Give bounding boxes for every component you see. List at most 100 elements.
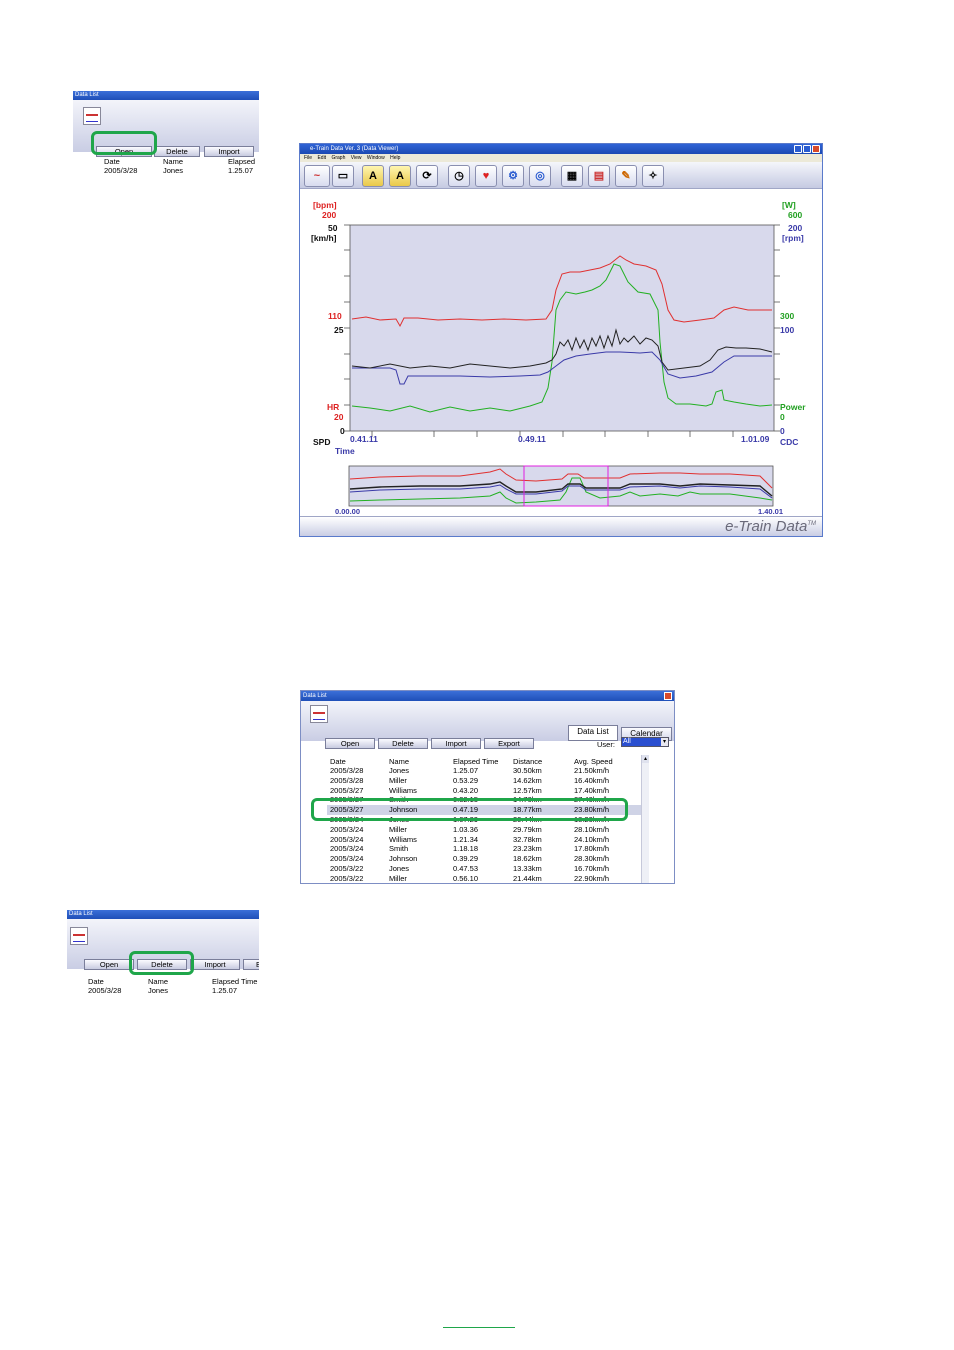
stopwatch-icon[interactable]: ◷ xyxy=(448,165,470,187)
main-plot-area[interactable] xyxy=(349,224,775,432)
row-name: Jones xyxy=(389,864,410,873)
print-icon[interactable]: ▭ xyxy=(332,165,354,187)
export-button[interactable]: Export xyxy=(484,738,534,749)
row-elapsed: 0.53.29 xyxy=(453,775,479,785)
open-button[interactable]: Open xyxy=(84,959,134,970)
header-avg-speed: Avg. Speed xyxy=(574,757,613,766)
row-name[interactable]: Jones xyxy=(148,986,168,995)
viewer-title: e-Train Data Ver. 3 (Data Viewer) xyxy=(310,146,399,152)
note-icon[interactable]: ✎ xyxy=(615,165,637,187)
menu-edit[interactable]: Edit xyxy=(317,155,326,161)
table-row[interactable]: 2005/3/28 Jones 1.25.07 30.50km 21.50km/h xyxy=(327,766,641,776)
spd-min: 0 xyxy=(340,426,345,436)
row-date: 2005/3/28 xyxy=(330,766,364,775)
bpm-unit: [bpm] xyxy=(313,200,337,210)
data-viewer-icon[interactable] xyxy=(70,927,88,945)
row-name: Williams xyxy=(389,785,417,795)
bike-icon[interactable]: ⚙ xyxy=(502,165,524,187)
table-row[interactable]: 2005/3/24 Johnson 0.39.29 18.62km 28.30km/h xyxy=(327,854,641,864)
rpm-unit: [rpm] xyxy=(782,233,804,243)
row-date: 2005/3/24 xyxy=(330,844,364,854)
export-button[interactable]: E xyxy=(243,959,259,970)
list-scrollbar[interactable]: ▴ xyxy=(641,755,649,883)
row-elapsed[interactable]: 1.25.07 xyxy=(228,166,253,175)
menu-help[interactable]: Help xyxy=(390,155,400,161)
spd-max: 50 xyxy=(328,223,338,233)
delete-button[interactable]: Delete xyxy=(378,738,428,749)
power-label: Power xyxy=(780,402,806,412)
menu-graph[interactable]: Graph xyxy=(331,155,345,161)
row-date: 2005/3/28 xyxy=(330,775,364,785)
chevron-down-icon[interactable]: ▾ xyxy=(661,738,668,746)
data-viewer-icon[interactable] xyxy=(83,107,101,125)
data-viewer-window: e-Train Data Ver. 3 (Data Viewer) File E… xyxy=(299,143,823,537)
heart-icon[interactable]: ♥ xyxy=(475,165,497,187)
table-row[interactable]: 2005/3/22 Miller 0.56.10 21.44km 22.90km/h xyxy=(327,873,641,883)
row-name: Williams xyxy=(389,834,417,844)
time-label: Time xyxy=(335,446,355,456)
row-avg-speed: 16.40km/h xyxy=(574,775,610,785)
table-row[interactable]: 2005/3/24 Williams 1.21.34 32.78km 24.10km/h xyxy=(327,835,641,845)
row-elapsed: 1.25.07 xyxy=(453,766,479,775)
table-row[interactable]: 2005/3/24 Miller 1.03.36 29.79km 28.10km/h xyxy=(327,825,641,835)
maximize-icon[interactable] xyxy=(803,145,811,153)
tab-data-list[interactable]: Data List xyxy=(568,725,618,741)
row-name: Jones xyxy=(389,766,410,775)
bpm-min: 20 xyxy=(334,412,344,422)
table-row[interactable]: 2005/3/24 Smith 1.18.18 23.23km 17.80km/h xyxy=(327,844,641,854)
rpm-max: 200 xyxy=(788,223,802,233)
row-avg-speed: 17.80km/h xyxy=(574,844,610,854)
delete-button[interactable]: Delete xyxy=(154,146,200,157)
text-size-up-icon[interactable]: A xyxy=(389,165,411,187)
data-list-toolbar: Data List Calendar xyxy=(301,701,674,741)
data-viewer-icon[interactable] xyxy=(310,705,328,723)
settings-wrench-icon[interactable]: ✧ xyxy=(642,165,664,187)
row-elapsed[interactable]: 1.25.07 xyxy=(212,986,237,995)
row-elapsed: 0.43.20 xyxy=(453,785,479,795)
spd-mid: 25 xyxy=(334,325,344,335)
row-date[interactable]: 2005/3/28 xyxy=(104,166,137,175)
header-date: Date xyxy=(88,977,104,986)
report-icon[interactable]: ▤ xyxy=(588,165,610,187)
menu-file[interactable]: File xyxy=(304,155,312,161)
row-name: Miller xyxy=(389,873,407,883)
table-row[interactable]: 2005/3/27 Williams 0.43.20 12.57km 17.40km/h xyxy=(327,786,641,796)
row-distance: 32.78km xyxy=(513,834,542,844)
row-name[interactable]: Jones xyxy=(163,166,183,175)
open-button[interactable]: Open xyxy=(325,738,375,749)
refresh-icon[interactable]: ⟳ xyxy=(416,165,438,187)
spd-label: SPD xyxy=(313,437,330,447)
row-distance: 12.57km xyxy=(513,785,542,795)
close-icon[interactable] xyxy=(664,692,672,700)
time-tick-mid: 0.49.11 xyxy=(518,434,546,444)
table-row[interactable]: 2005/3/28 Miller 0.53.29 14.62km 16.40km/h xyxy=(327,776,641,786)
target-icon[interactable]: ◎ xyxy=(529,165,551,187)
w-min: 0 xyxy=(780,412,785,422)
row-avg-speed: 22.90km/h xyxy=(574,873,610,883)
header-elapsed-time: Elapsed Time xyxy=(453,757,499,766)
row-distance: 29.79km xyxy=(513,824,542,834)
import-button[interactable]: Import xyxy=(190,959,240,970)
close-icon[interactable] xyxy=(812,145,820,153)
hr-label: HR xyxy=(327,402,339,412)
snippet-title: Data List xyxy=(67,910,259,919)
w-max: 600 xyxy=(788,210,802,220)
table-row[interactable]: 2005/3/22 Jones 0.47.53 13.33km 16.70km/h xyxy=(327,864,641,874)
viewer-titlebar: e-Train Data Ver. 3 (Data Viewer) xyxy=(300,144,822,154)
minimize-icon[interactable] xyxy=(794,145,802,153)
viewer-menubar: File Edit Graph View Window Help xyxy=(300,154,822,162)
text-size-down-icon[interactable]: A xyxy=(362,165,384,187)
import-button[interactable]: Import xyxy=(431,738,481,749)
header-name: Name xyxy=(389,757,410,766)
scroll-up-icon[interactable]: ▴ xyxy=(642,755,649,763)
menu-window[interactable]: Window xyxy=(367,155,385,161)
import-button[interactable]: Import xyxy=(204,146,254,157)
header-date: Date xyxy=(104,157,120,166)
row-date[interactable]: 2005/3/28 xyxy=(88,986,121,995)
brand-logo: e-Train DataTM xyxy=(725,518,816,535)
footer-link-underline[interactable] xyxy=(443,1327,515,1328)
data-list-icon[interactable]: ~ xyxy=(304,165,330,187)
calendar-icon[interactable]: ▦ xyxy=(561,165,583,187)
row-elapsed: 0.56.10 xyxy=(453,873,479,883)
menu-view[interactable]: View xyxy=(351,155,362,161)
